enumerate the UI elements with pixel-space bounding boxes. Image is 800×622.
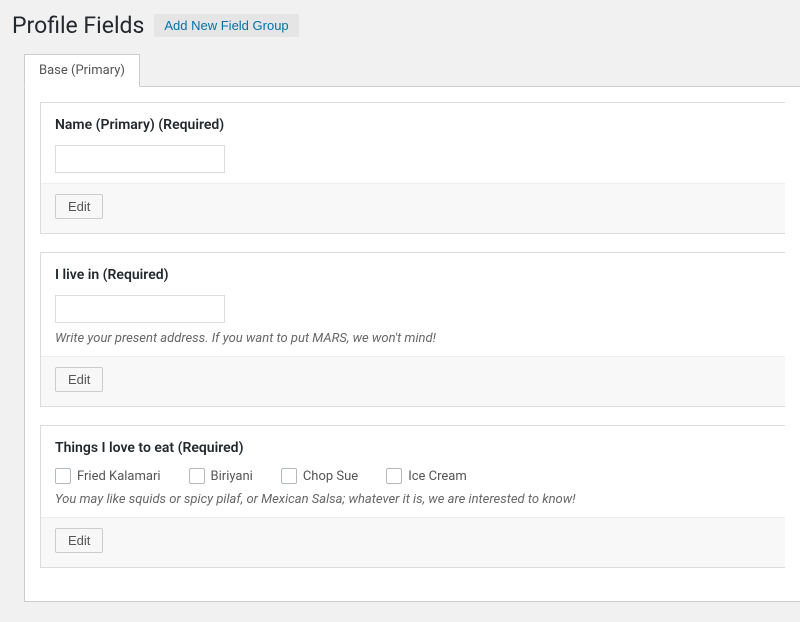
checkbox-input[interactable] <box>281 468 297 484</box>
checkbox-input[interactable] <box>386 468 402 484</box>
edit-button[interactable]: Edit <box>55 194 103 219</box>
field-bottom: Edit <box>41 356 785 406</box>
checkbox-item-biriyani[interactable]: Biriyani <box>189 468 253 484</box>
page-title: Profile Fields <box>12 12 144 39</box>
checkbox-label: Ice Cream <box>408 469 467 484</box>
tab-base-primary[interactable]: Base (Primary) <box>24 54 140 87</box>
checkbox-input[interactable] <box>189 468 205 484</box>
add-new-field-group-button[interactable]: Add New Field Group <box>154 14 298 37</box>
field-block-things-i-love-to-eat: Things I love to eat (Required) Fried Ka… <box>40 425 785 568</box>
field-hint: Write your present address. If you want … <box>55 331 771 346</box>
edit-button[interactable]: Edit <box>55 528 103 553</box>
checkbox-item-ice-cream[interactable]: Ice Cream <box>386 468 467 484</box>
checkbox-item-fried-kalamari[interactable]: Fried Kalamari <box>55 468 161 484</box>
checkbox-item-chop-sue[interactable]: Chop Sue <box>281 468 358 484</box>
edit-button[interactable]: Edit <box>55 367 103 392</box>
field-block-name: Name (Primary) (Required) Edit <box>40 102 785 234</box>
field-block-i-live-in: I live in (Required) Write your present … <box>40 252 785 407</box>
field-top: I live in (Required) Write your present … <box>41 253 785 356</box>
checkbox-label: Biriyani <box>211 469 253 484</box>
checkbox-input[interactable] <box>55 468 71 484</box>
field-bottom: Edit <box>41 517 785 567</box>
field-bottom: Edit <box>41 183 785 233</box>
field-title: Things I love to eat (Required) <box>55 440 771 456</box>
checkbox-row: Fried Kalamari Biriyani Chop Sue Ice Cre… <box>55 468 771 484</box>
tab-bar: Base (Primary) <box>24 54 800 87</box>
name-input[interactable] <box>55 145 225 173</box>
checkbox-label: Fried Kalamari <box>77 469 161 484</box>
field-top: Name (Primary) (Required) <box>41 103 785 183</box>
field-hint: You may like squids or spicy pilaf, or M… <box>55 492 771 507</box>
field-top: Things I love to eat (Required) Fried Ka… <box>41 426 785 517</box>
field-title: I live in (Required) <box>55 267 771 283</box>
i-live-in-input[interactable] <box>55 295 225 323</box>
fields-panel: Name (Primary) (Required) Edit I live in… <box>24 86 800 602</box>
checkbox-label: Chop Sue <box>303 469 358 484</box>
field-title: Name (Primary) (Required) <box>55 117 771 133</box>
page-header: Profile Fields Add New Field Group <box>12 12 800 39</box>
